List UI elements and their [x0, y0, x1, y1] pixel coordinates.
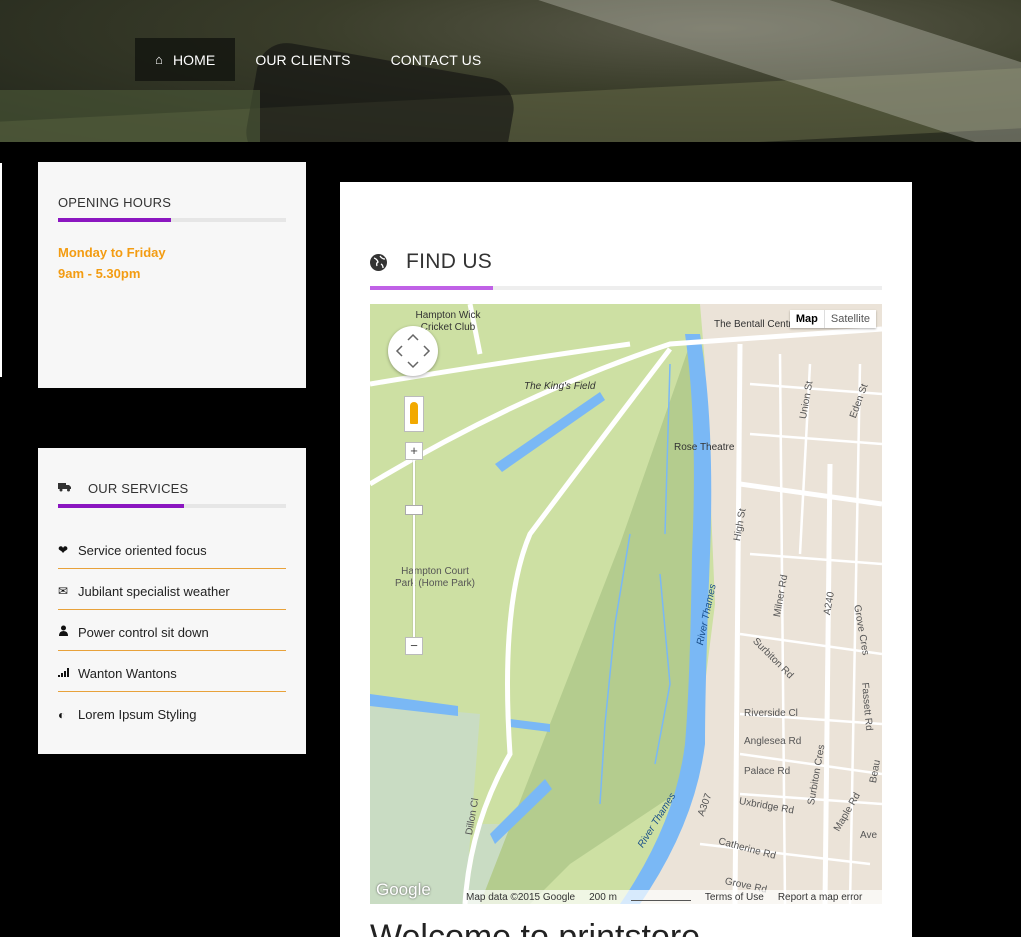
signal-icon: [58, 666, 78, 680]
service-label: Lorem Ipsum Styling: [78, 707, 197, 722]
zoom-slider-handle[interactable]: [405, 505, 423, 515]
map-label: Rose Theatre: [674, 442, 735, 453]
list-item[interactable]: ❤ Service oriented focus: [58, 528, 286, 569]
google-map[interactable]: Hampton Wick Cricket Club The King's Fie…: [370, 304, 882, 904]
map-scale: 200 m: [589, 891, 617, 903]
title-underline: [58, 218, 286, 222]
nav-item-label: HOME: [172, 51, 216, 68]
main-content: FIND US Hampton Wick Cricket Club The Ki…: [340, 182, 912, 937]
services-list: ❤ Service oriented focus ✉ Jubilant spec…: [58, 528, 286, 733]
zoom-out-button[interactable]: −: [405, 637, 423, 655]
service-label: Power control sit down: [78, 624, 209, 640]
home-icon: ⌂: [155, 52, 163, 67]
contrast-icon: ◐: [58, 707, 66, 722]
map-label: Palace Rd: [744, 766, 791, 777]
google-logo: Google: [376, 880, 431, 899]
edge-divider: [0, 163, 2, 377]
opening-hours-panel: OPENING HOURS Monday to Friday 9am - 5.3…: [38, 162, 306, 388]
service-label: Jubilant specialist weather: [78, 583, 230, 599]
map-label: Hampton Court Park (Home Park): [394, 566, 475, 589]
map-label: Riverside Cl: [744, 708, 798, 719]
nav-item-label: OUR CLIENTS: [255, 51, 351, 68]
map-label: Anglesea Rd: [744, 736, 802, 747]
map-label: The Bentall Centre: [714, 319, 798, 330]
truck-icon: [58, 482, 72, 495]
zoom-in-button[interactable]: +: [405, 442, 423, 460]
nav-item-our-clients[interactable]: OUR CLIENTS: [235, 38, 370, 81]
terms-link[interactable]: Terms of Use: [705, 892, 764, 903]
list-item[interactable]: ◐ Lorem Ipsum Styling: [58, 692, 286, 733]
map-type-satellite-button[interactable]: Satellite: [823, 310, 876, 328]
welcome-heading: Welcome to printstore: [370, 918, 701, 937]
envelope-icon: ✉: [58, 584, 69, 598]
list-item[interactable]: Wanton Wantons: [58, 651, 286, 692]
services-title: OUR SERVICES: [88, 481, 189, 496]
map-label: The King's Field: [524, 381, 596, 392]
list-item[interactable]: ✉ Jubilant specialist weather: [58, 569, 286, 610]
map-label: Ave: [860, 830, 878, 841]
opening-hours-title: OPENING HOURS: [58, 195, 172, 210]
find-us-heading: FIND US: [370, 250, 492, 274]
nav-item-label: CONTACT US: [390, 51, 482, 68]
opening-days: Monday to Friday: [58, 245, 166, 260]
map-type-map-button[interactable]: Map: [790, 310, 824, 328]
title-underline: [58, 504, 286, 508]
map-data-text: Map data ©2015 Google: [466, 891, 576, 903]
map-attribution: Map data ©2015 Google 200 m Terms of Use…: [466, 890, 882, 904]
globe-icon: [370, 253, 387, 271]
services-panel: OUR SERVICES ❤ Service oriented focus ✉ …: [38, 448, 306, 754]
map-type-control: Map Satellite: [789, 310, 876, 328]
report-map-error-link[interactable]: Report a map error: [778, 892, 862, 903]
find-us-underline: [370, 286, 882, 290]
service-label: Wanton Wantons: [78, 665, 177, 681]
main-nav: ⌂ HOME OUR CLIENTS CONTACT US: [135, 38, 501, 81]
list-item[interactable]: Power control sit down: [58, 610, 286, 651]
pan-control[interactable]: [388, 326, 438, 376]
street-view-pegman-icon[interactable]: [404, 396, 424, 432]
scale-bar: [630, 894, 691, 901]
user-icon: [58, 625, 78, 639]
nav-item-home[interactable]: ⌂ HOME: [135, 38, 236, 81]
zoom-slider-track[interactable]: [413, 444, 415, 650]
find-us-title: FIND US: [406, 250, 493, 273]
service-label: Service oriented focus: [78, 542, 207, 558]
nav-item-contact-us[interactable]: CONTACT US: [371, 38, 502, 81]
opening-times: 9am - 5.30pm: [58, 266, 141, 281]
heart-icon: ❤: [58, 543, 69, 557]
